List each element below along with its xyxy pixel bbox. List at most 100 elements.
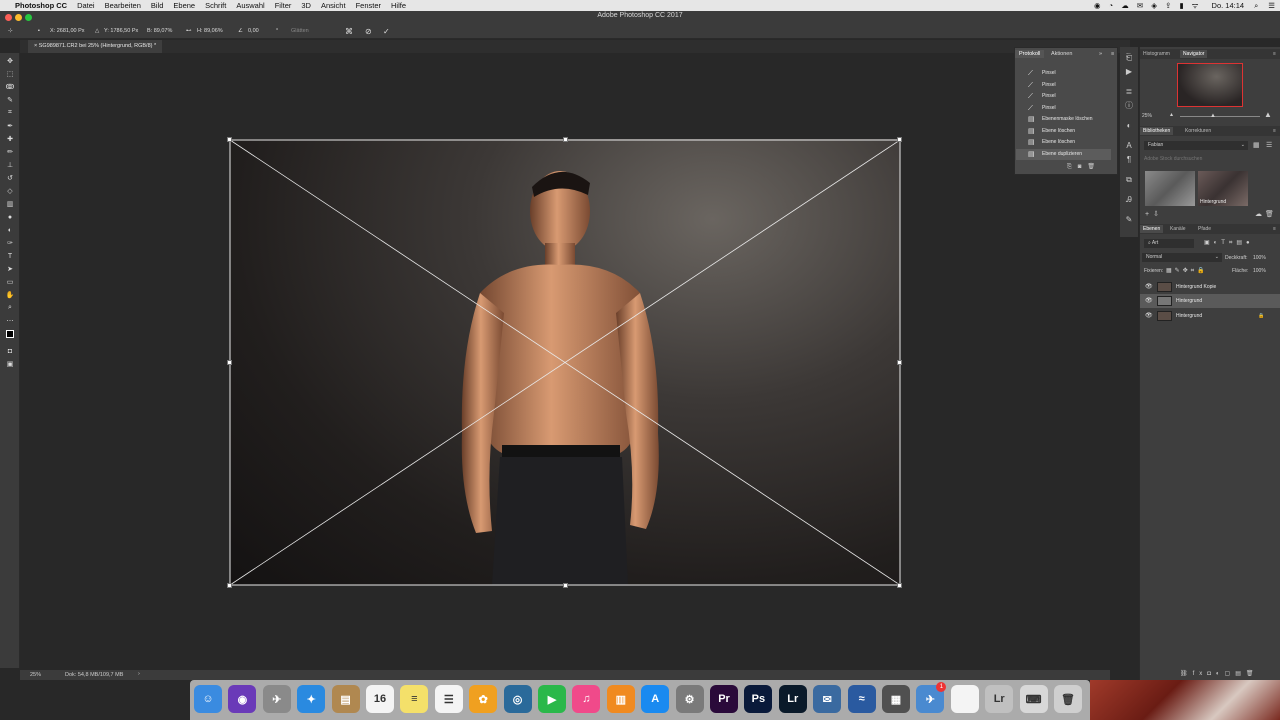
zoom-slider-thumb[interactable]: ▲: [1210, 113, 1216, 119]
printer-icon[interactable]: ▦: [882, 685, 910, 713]
warp-icon[interactable]: ⌘: [345, 27, 353, 36]
history-item[interactable]: ⟋ Pinsel: [1016, 91, 1111, 102]
zoom-window-button[interactable]: [25, 14, 32, 21]
properties-icon[interactable]: ≣: [1124, 87, 1134, 97]
menu-clock[interactable]: Do. 14:14: [1207, 1, 1250, 10]
document-size[interactable]: Dok: 54,8 MB/109,7 MB: [65, 672, 123, 678]
transform-handle-top-left[interactable]: [227, 137, 232, 142]
document-icon[interactable]: [950, 685, 979, 713]
tool-presets-icon[interactable]: ✎: [1124, 215, 1134, 225]
list-view-icon[interactable]: ☰: [1266, 141, 1272, 149]
menu-hilfe[interactable]: Hilfe: [386, 1, 411, 10]
close-window-button[interactable]: [5, 14, 12, 21]
minimize-window-button[interactable]: [15, 14, 22, 21]
menu-bild[interactable]: Bild: [146, 1, 169, 10]
facetime-icon[interactable]: ▶: [538, 685, 566, 713]
ibooks-icon[interactable]: ▥: [606, 685, 635, 713]
info-icon[interactable]: ⓘ: [1124, 101, 1134, 111]
history-item[interactable]: ⟋ Pinsel: [1016, 103, 1111, 114]
actions-panel-icon[interactable]: ▶: [1124, 67, 1134, 77]
photoshop-icon[interactable]: Ps: [744, 685, 773, 713]
photos-icon[interactable]: ✿: [469, 685, 498, 713]
layers-footer-icons[interactable]: ⛓fx◘◐▢▤🗑: [1180, 670, 1259, 677]
history-item[interactable]: ▤ Ebene löschen: [1016, 126, 1111, 137]
search-icon[interactable]: ⌕: [1249, 1, 1263, 11]
library-dropdown[interactable]: Fabian ⌄: [1144, 141, 1248, 150]
reminders-icon[interactable]: ☰: [434, 685, 463, 713]
history-footer-icons[interactable]: ⎘◙🗑: [1067, 163, 1101, 171]
cancel-transform-icon[interactable]: ⊘: [365, 27, 372, 36]
menu-auswahl[interactable]: Auswahl: [231, 1, 269, 10]
status-menu-icon[interactable]: ›: [138, 671, 140, 677]
gradient-tool-icon[interactable]: ▥: [4, 199, 16, 209]
shape-tool-icon[interactable]: ▭: [4, 277, 16, 287]
zoom-in-icon[interactable]: ▲: [1264, 110, 1272, 119]
history-item[interactable]: ⟋ Pinsel: [1016, 68, 1111, 79]
dodge-tool-icon[interactable]: ◐: [4, 225, 16, 235]
tab-kanaele[interactable]: Kanäle: [1167, 225, 1189, 233]
menu-bearbeiten[interactable]: Bearbeiten: [100, 1, 146, 10]
hand-tool-icon[interactable]: ✋: [4, 290, 16, 300]
adjustments-icon[interactable]: ◐: [1124, 121, 1134, 131]
stock-search-input[interactable]: [1144, 154, 1274, 163]
height-field[interactable]: H: 89,06%: [197, 27, 223, 36]
pen-tool-icon[interactable]: ✑: [4, 238, 16, 248]
blend-mode-select[interactable]: Normal ⌄: [1142, 253, 1222, 262]
library-thumbnail[interactable]: Hintergrund: [1198, 171, 1248, 206]
panel-menu-icon[interactable]: ≡: [1107, 50, 1118, 58]
transform-handle-left[interactable]: [227, 360, 232, 365]
eyedropper-tool-icon[interactable]: ✒: [4, 121, 16, 131]
layer-row[interactable]: 👁 Hintergrund Kopie: [1140, 280, 1280, 294]
finder-icon[interactable]: ☺: [194, 685, 222, 713]
zoom-tool-icon[interactable]: ⌕: [4, 303, 16, 313]
lightroom-folder-icon[interactable]: Lr: [985, 685, 1014, 713]
tool-preset-icon[interactable]: ⊹: [8, 27, 13, 36]
tab-protokoll[interactable]: Protokoll: [1015, 50, 1045, 58]
document-image[interactable]: [230, 139, 900, 585]
more-tools-icon[interactable]: ⋯: [4, 316, 16, 326]
history-item-selected[interactable]: ▤ Ebene duplizieren: [1016, 149, 1111, 160]
history-brush-tool-icon[interactable]: ↺: [4, 173, 16, 183]
layer-filter-select[interactable]: ⌕ Art: [1144, 239, 1194, 248]
blur-tool-icon[interactable]: ●: [4, 212, 16, 222]
opacity-value[interactable]: 100%: [1253, 255, 1266, 261]
menu-app-name[interactable]: Photoshop CC: [10, 1, 72, 10]
move-tool-icon[interactable]: ✥: [4, 56, 16, 66]
transform-handle-right[interactable]: [897, 360, 902, 365]
navigator-thumbnail[interactable]: [1177, 63, 1243, 107]
contacts-icon[interactable]: ▤: [331, 685, 360, 713]
tab-ebenen[interactable]: Ebenen: [1140, 225, 1164, 233]
tab-histogramm[interactable]: Histogramm: [1140, 50, 1173, 58]
y-field[interactable]: Y: 1786,50 Px: [104, 27, 138, 36]
itunes-icon[interactable]: ♫: [572, 685, 601, 713]
notification-center-icon[interactable]: ☰: [1263, 1, 1280, 10]
glyphs-icon[interactable]: Ꭿ: [1124, 195, 1134, 205]
quick-mask-icon[interactable]: ◘: [4, 346, 16, 356]
type-tool-icon[interactable]: T: [4, 251, 16, 261]
library-thumbnail[interactable]: [1145, 171, 1195, 206]
angle-field[interactable]: 0,00: [248, 27, 259, 36]
tab-korrekturen[interactable]: Korrekturen: [1182, 127, 1214, 135]
grid-view-icon[interactable]: ▦: [1253, 141, 1260, 149]
crop-tool-icon[interactable]: ⌗: [4, 108, 16, 118]
link-icon[interactable]: ⊷: [186, 27, 192, 36]
keyboard-icon[interactable]: ⌨: [1019, 685, 1048, 713]
zoom-slider[interactable]: [1180, 116, 1260, 117]
history-panel-icon[interactable]: ⎗: [1124, 53, 1134, 63]
system-preferences-icon[interactable]: ⚙: [675, 685, 704, 713]
layer-row-selected[interactable]: 👁 Hintergrund: [1140, 294, 1280, 308]
trash-icon[interactable]: 🗑: [1054, 685, 1082, 713]
character-icon[interactable]: A: [1124, 141, 1134, 151]
document-tab[interactable]: × SG989871.CR2 bei 25% (Hintergrund, RGB…: [28, 40, 163, 53]
collapse-icon[interactable]: »: [1095, 50, 1106, 58]
stocks-icon[interactable]: ≈: [847, 685, 876, 713]
tab-bibliotheken[interactable]: Bibliotheken: [1140, 127, 1174, 135]
reference-point-icon[interactable]: ▪: [38, 27, 40, 36]
calendar-icon[interactable]: 16: [366, 685, 394, 713]
layer-row[interactable]: 👁 Hintergrund 🔒: [1140, 309, 1280, 323]
transform-handle-top-right[interactable]: [897, 137, 902, 142]
eraser-tool-icon[interactable]: ◇: [4, 186, 16, 196]
clone-stamp-tool-icon[interactable]: ⊥: [4, 160, 16, 170]
transform-handle-top[interactable]: [563, 137, 568, 142]
transform-handle-bottom-right[interactable]: [897, 583, 902, 588]
